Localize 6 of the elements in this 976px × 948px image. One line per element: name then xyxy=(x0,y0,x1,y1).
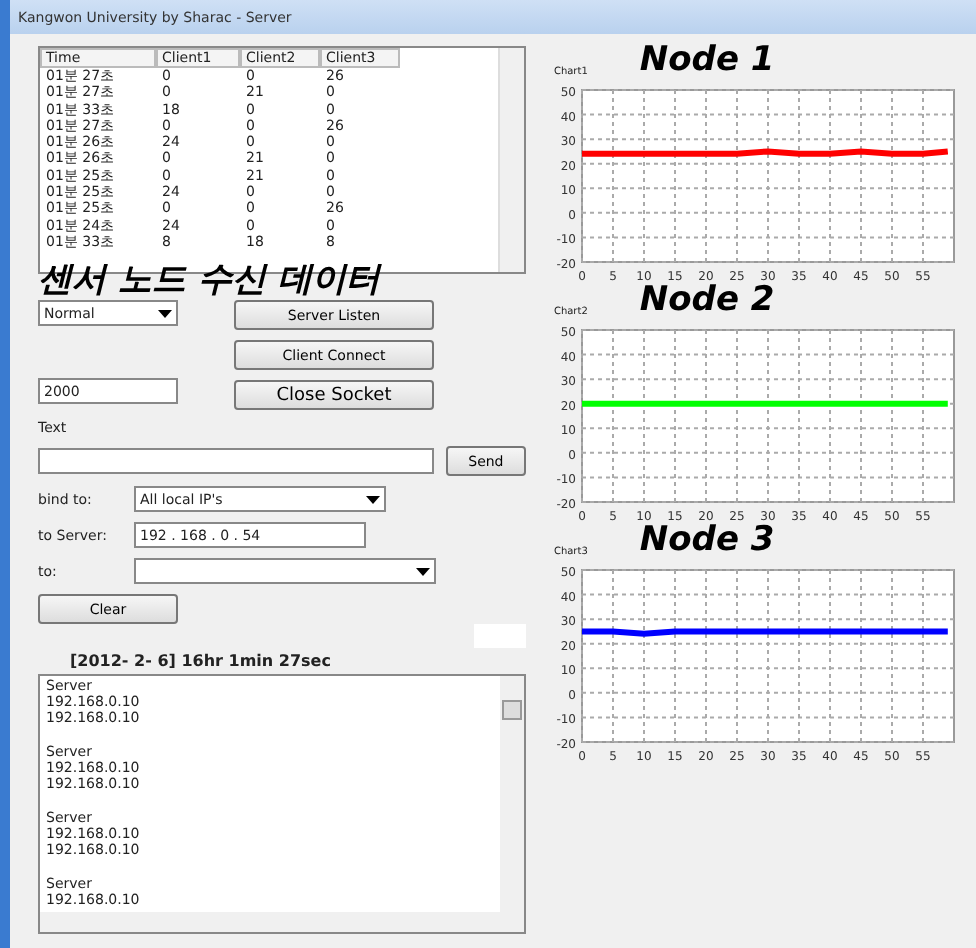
heading: 센서 노드 수신 데이터 xyxy=(38,260,384,300)
node-label: Node 1 xyxy=(639,42,775,78)
timestamp: [2012- 2- 6] 16hr 1min 27sec xyxy=(68,652,333,670)
close-socket-button[interactable]: Close Socket xyxy=(234,380,434,410)
node-label: Node 3 xyxy=(639,522,775,558)
node-label: Node 2 xyxy=(639,282,775,318)
